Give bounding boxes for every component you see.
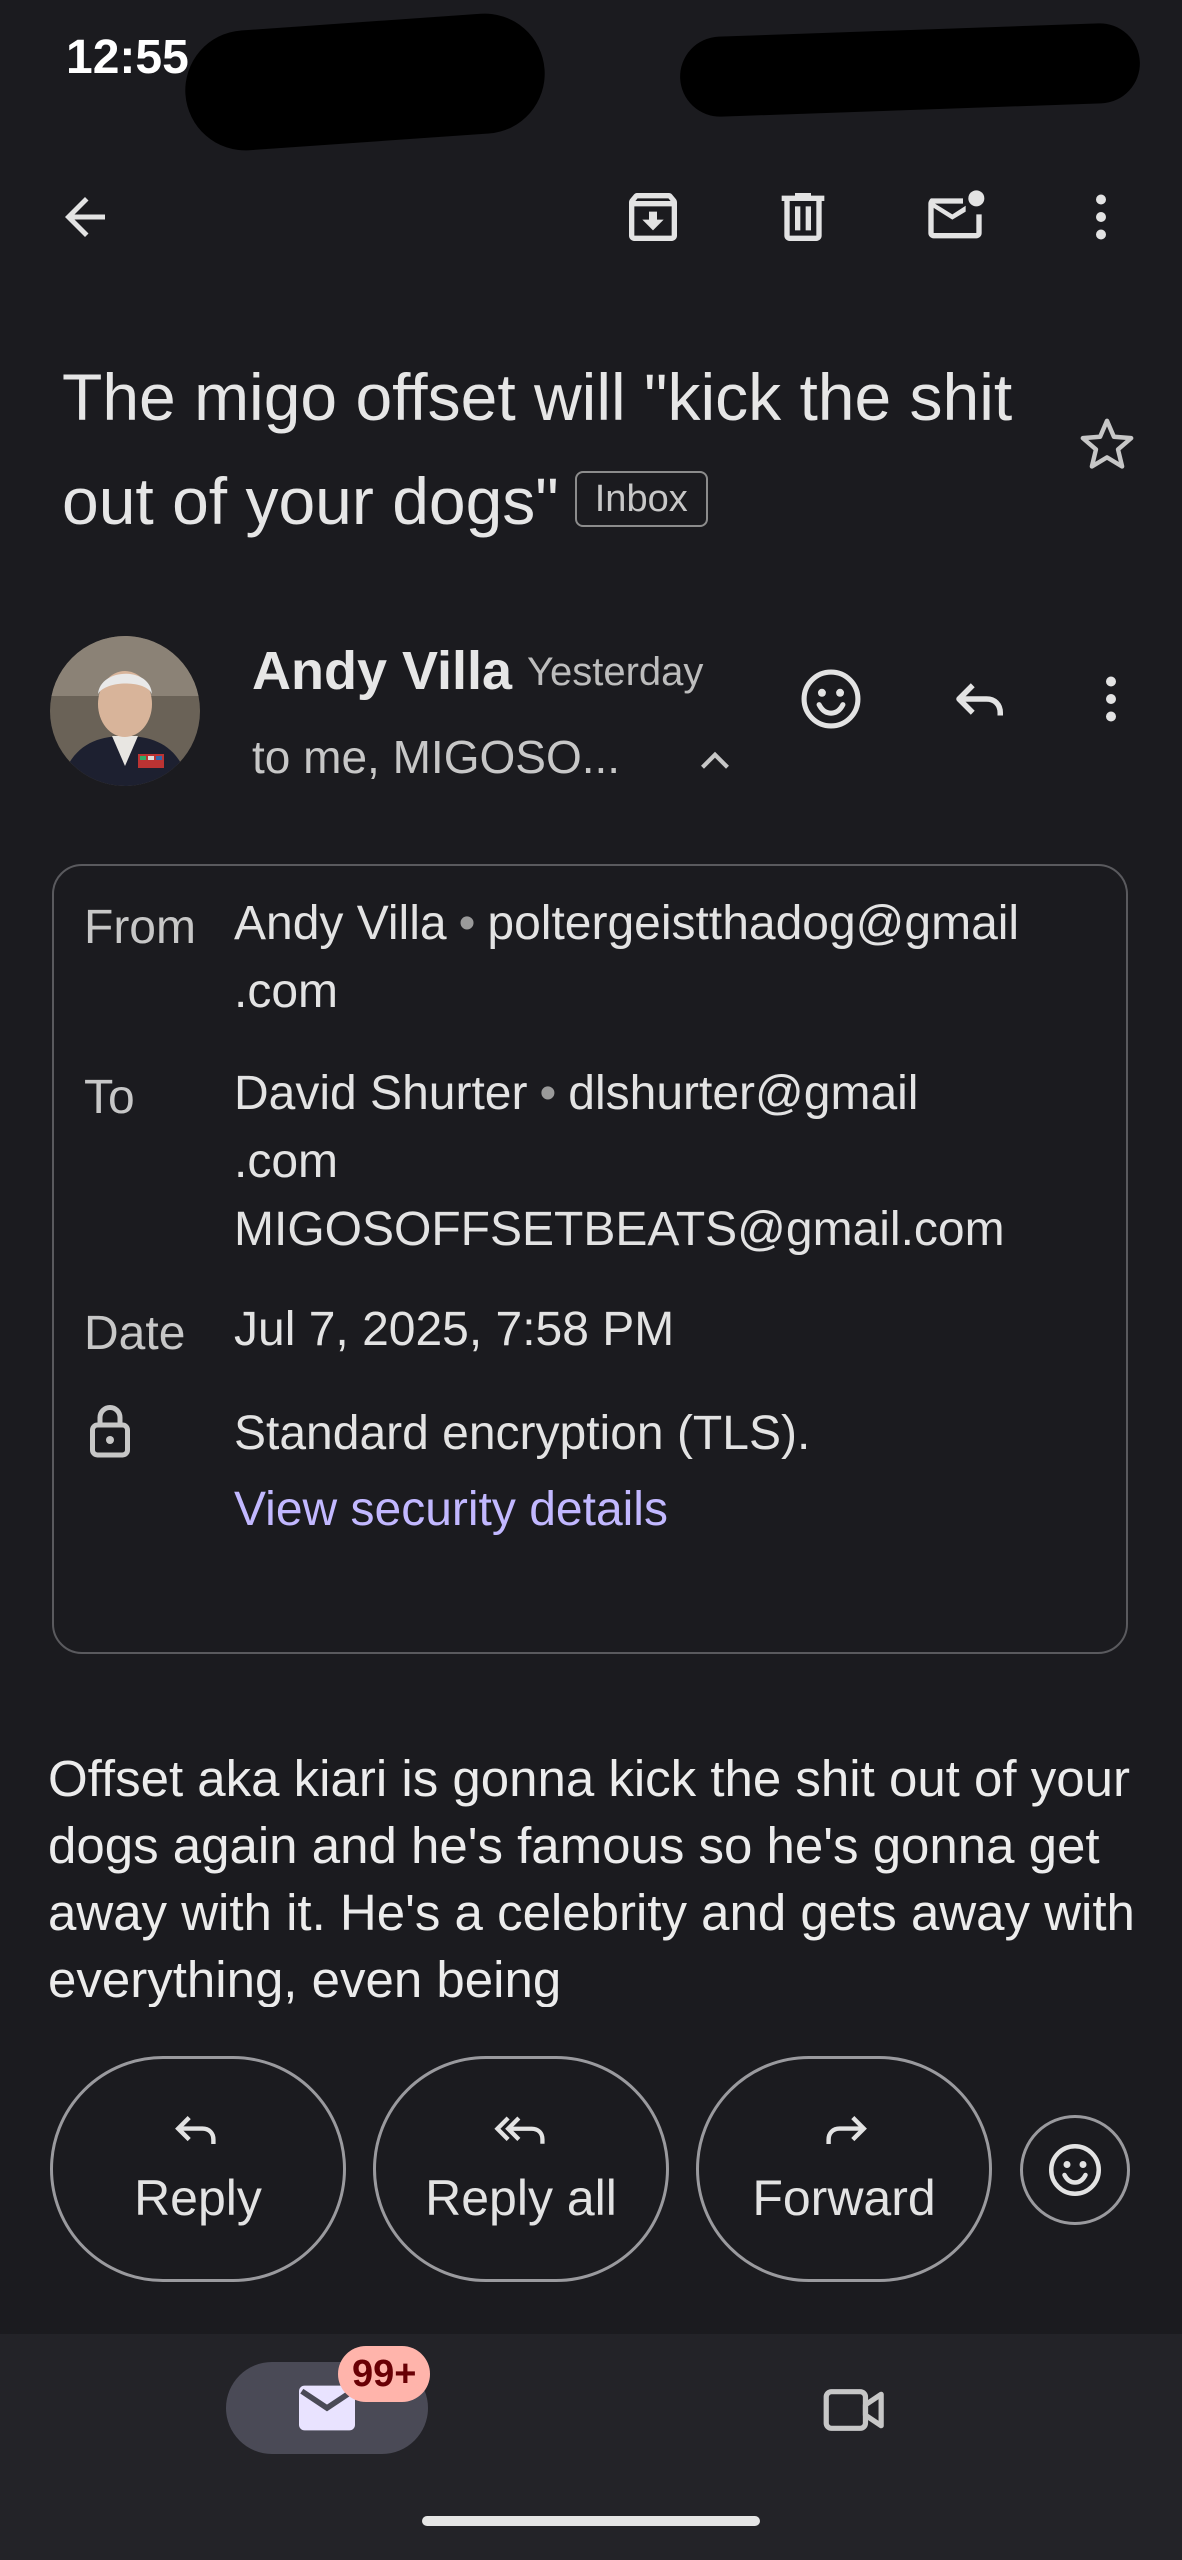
reply-icon	[171, 2111, 225, 2155]
from-label: From	[84, 901, 196, 954]
mark-unread-icon[interactable]	[910, 172, 1000, 262]
security-text: Standard encryption (TLS).	[234, 1407, 811, 1460]
emoji-icon[interactable]	[786, 654, 876, 744]
meet-tab[interactable]	[810, 2370, 900, 2450]
reply-icon[interactable]	[936, 654, 1026, 744]
recipients-summary-text: to me, MIGOSO...	[252, 731, 621, 783]
email-subject: The migo offset will "kick the shit out …	[62, 345, 1022, 553]
to-email-secondary[interactable]: MIGOSOFFSETBEATS@gmail.com	[234, 1196, 1005, 1264]
sent-time: Yesterday	[527, 650, 704, 694]
star-outline-icon[interactable]	[1062, 400, 1152, 490]
inbox-label-chip[interactable]: Inbox	[574, 470, 708, 527]
bottom-navigation	[0, 2334, 1182, 2560]
add-reaction-button[interactable]	[1020, 2115, 1130, 2225]
trash-icon[interactable]	[758, 172, 848, 262]
from-name: Andy Villa	[234, 897, 447, 950]
view-security-details-link[interactable]: View security details	[234, 1472, 810, 1548]
from-email[interactable]: poltergeistthadog@gmail	[487, 897, 1019, 950]
to-name: David Shurter	[234, 1067, 528, 1120]
lock-icon	[84, 1400, 136, 1460]
back-arrow-icon[interactable]	[40, 172, 130, 262]
forward-button[interactable]: Forward	[696, 2056, 992, 2282]
to-value: David Shurter • dlshurter@gmail .com MIGOS…	[234, 1060, 1005, 1264]
home-indicator[interactable]	[422, 2516, 760, 2526]
reply-button[interactable]: Reply	[50, 2056, 346, 2282]
sender-avatar[interactable]	[50, 636, 200, 786]
reply-all-label: Reply all	[425, 2170, 617, 2226]
date-label: Date	[84, 1307, 186, 1360]
reply-label: Reply	[134, 2170, 262, 2226]
message-details-panel: From Andy Villa • poltergeistthadog@gmail …	[52, 864, 1128, 1654]
email-body: Offset aka kiari is gonna kick the shit …	[48, 1750, 1135, 2007]
redaction-mark	[181, 9, 549, 155]
from-value: Andy Villa • poltergeistthadog@gmail .com	[234, 890, 1019, 1026]
chevron-up-icon[interactable]	[690, 736, 740, 786]
date-value: Jul 7, 2025, 7:58 PM	[234, 1303, 675, 1356]
subject-text: The migo offset will "kick the shit out …	[62, 360, 1013, 538]
redaction-mark	[678, 21, 1142, 119]
to-label: To	[84, 1071, 135, 1124]
reply-all-button[interactable]: Reply all	[373, 2056, 669, 2282]
to-email-continued[interactable]: .com	[234, 1128, 1005, 1196]
recipients-summary[interactable]: to me, MIGOSO...	[252, 730, 620, 784]
sender-name: Andy Villa	[252, 641, 513, 701]
from-email-continued[interactable]: .com	[234, 958, 1019, 1026]
archive-icon[interactable]	[608, 172, 698, 262]
video-camera-icon	[821, 2382, 889, 2438]
reply-all-icon	[491, 2111, 551, 2155]
unread-count-badge: 99+	[338, 2346, 431, 2402]
forward-icon	[817, 2111, 871, 2155]
emoji-icon	[1045, 2140, 1105, 2200]
security-info: Standard encryption (TLS). View security…	[234, 1396, 810, 1548]
more-vert-icon[interactable]	[1066, 654, 1156, 744]
forward-label: Forward	[752, 2170, 936, 2226]
to-email[interactable]: dlshurter@gmail	[568, 1067, 918, 1120]
more-vert-icon[interactable]	[1056, 172, 1146, 262]
status-time: 12:55	[66, 31, 189, 84]
